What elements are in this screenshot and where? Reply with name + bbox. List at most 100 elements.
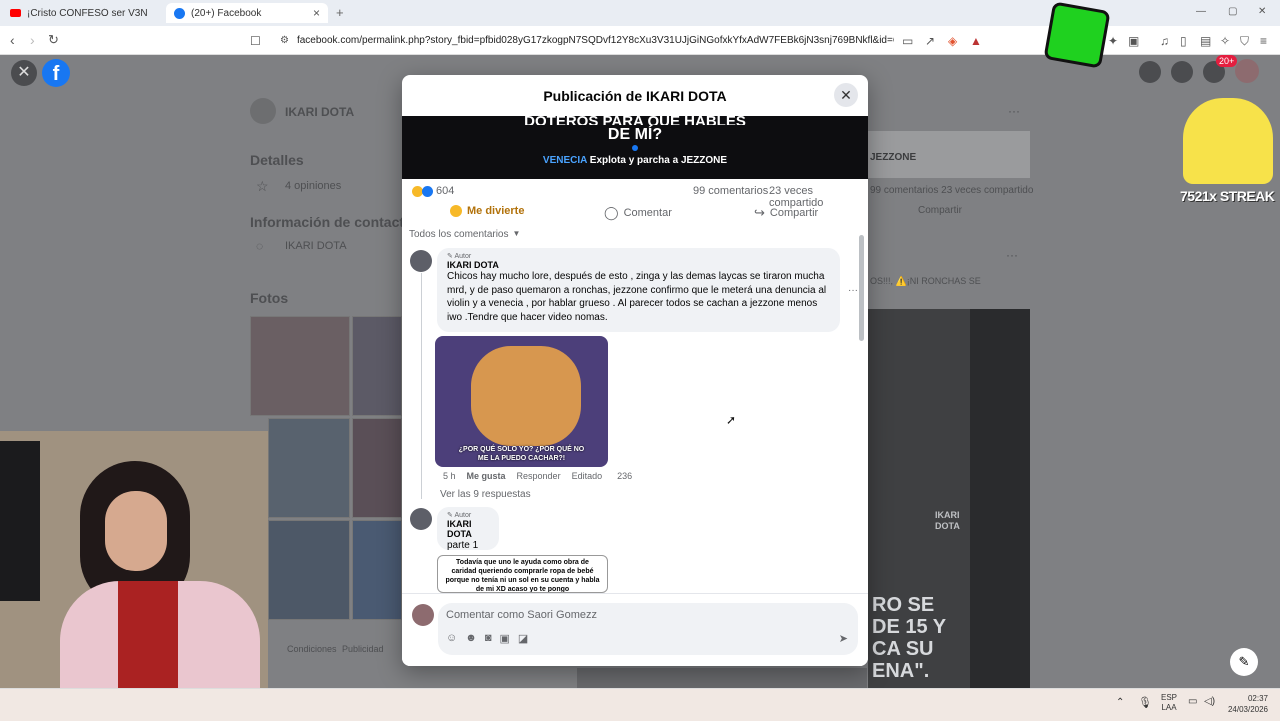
messenger-icon[interactable]: [1171, 61, 1193, 83]
more-options-icon[interactable]: ···: [1006, 248, 1018, 262]
forward-icon[interactable]: ›: [30, 32, 35, 48]
author-badge-label: Autor: [454, 253, 472, 260]
view-replies-link[interactable]: Ver las 9 respuestas: [440, 489, 531, 500]
camera-icon[interactable]: ◙: [485, 632, 492, 645]
tab-title: (20+) Facebook: [191, 7, 262, 19]
composer-avatar: [412, 604, 434, 626]
maximize-button[interactable]: ▢: [1228, 6, 1237, 17]
contact-heading: Información de contacto: [250, 214, 402, 230]
photo-thumb[interactable]: [352, 520, 402, 620]
new-tab-button[interactable]: +: [336, 5, 344, 20]
share-button[interactable]: ↪ Compartir: [754, 205, 818, 221]
share-arrow-icon: ↪: [754, 205, 765, 220]
like-link[interactable]: Me gusta: [467, 471, 506, 481]
reaction-summary[interactable]: 604: [412, 185, 454, 197]
language-indicator[interactable]: ESP LAA: [1161, 693, 1177, 713]
page-name[interactable]: IKARI DOTA: [285, 105, 354, 119]
video-caption: RO SE DE 15 Y CA SU ENA".: [872, 594, 947, 682]
right-share-button[interactable]: Compartir: [918, 205, 962, 216]
opinions-count[interactable]: 4 opiniones: [285, 180, 341, 192]
sidebar-icon[interactable]: ▯: [1180, 34, 1187, 48]
comment-text: Chicos hay mucho lore, después de esto ,…: [447, 271, 827, 323]
network-icon[interactable]: ▭: [1188, 696, 1197, 707]
tray-expand-icon[interactable]: ⌃: [1116, 697, 1124, 708]
comment-author[interactable]: IKARI DOTA: [447, 260, 830, 270]
close-window-button[interactable]: ✕: [1258, 6, 1266, 17]
compose-icon[interactable]: ✎: [1230, 648, 1258, 676]
comment-image-text[interactable]: Todavía que uno le ayuda como obra de ca…: [437, 555, 608, 593]
mic-tray-icon[interactable]: 🎙: [1138, 696, 1152, 709]
react-button[interactable]: Me divierte: [450, 205, 524, 217]
close-modal-button[interactable]: ✕: [834, 83, 858, 107]
tab-facebook[interactable]: (20+) Facebook ×: [166, 3, 328, 23]
reload-icon[interactable]: ↻: [48, 32, 59, 48]
comment-bubble: ✎ Autor IKARI DOTA parte 1: [437, 507, 499, 551]
extensions-icon[interactable]: ✦: [1108, 34, 1118, 48]
back-icon[interactable]: ‹: [10, 32, 15, 48]
banner-line1: DOTEROS PARA QUE HABLES: [524, 116, 746, 125]
streamer-face: [105, 491, 167, 571]
emoji-icon[interactable]: ☻: [465, 632, 477, 645]
wallet-icon[interactable]: ▤: [1200, 34, 1211, 48]
comment-button[interactable]: ◯ Comentar: [604, 205, 672, 221]
comment-author[interactable]: IKARI DOTA: [447, 519, 489, 539]
sticker-icon[interactable]: ◪: [518, 632, 528, 645]
right-stats: 99 comentarios 23 veces compartido: [870, 185, 1034, 196]
send-icon[interactable]: ➤: [839, 632, 848, 645]
author-badge-label: Autor: [454, 512, 472, 519]
bookmark-icon[interactable]: ☐: [250, 34, 261, 48]
contact-name[interactable]: IKARI DOTA: [285, 240, 347, 252]
site-info-icon[interactable]: ⚙: [280, 35, 289, 46]
photo-thumb[interactable]: [352, 418, 402, 518]
music-icon[interactable]: ♫: [1160, 34, 1169, 48]
comment-composer[interactable]: Comentar como Saori Gomezz ☺ ☻ ◙ ▣ ◪ ➤: [438, 603, 858, 655]
edited-label: Editado: [571, 471, 603, 481]
leo-icon[interactable]: ✧: [1220, 34, 1230, 48]
photo-thumb[interactable]: [250, 316, 350, 416]
photo-thumb[interactable]: [352, 316, 402, 416]
facebook-logo-icon[interactable]: f: [42, 59, 70, 87]
share-icon[interactable]: ↗: [925, 34, 935, 48]
comment-reaction-count[interactable]: 236: [617, 471, 632, 481]
address-bar[interactable]: ⚙ facebook.com/permalink.php?story_fbid=…: [272, 30, 894, 50]
clock[interactable]: 02:37 24/03/2026: [1226, 693, 1268, 715]
comment-time[interactable]: 5 h: [443, 471, 456, 481]
cast-icon[interactable]: ▭: [902, 34, 913, 48]
profile-avatar[interactable]: [1235, 59, 1259, 83]
comments-count[interactable]: 99 comentarios: [693, 185, 768, 197]
photo-thumb[interactable]: [268, 520, 350, 620]
post-image-banner[interactable]: DOTEROS PARA QUE HABLES DE MÍ? VENECIA E…: [402, 116, 868, 179]
tab-title: ¡Cristo CONFESÓ ser V3ND1D0! (: [27, 7, 147, 19]
rewards-icon[interactable]: ▲: [970, 34, 982, 48]
footer-link[interactable]: Publicidad: [342, 644, 384, 654]
reply-link[interactable]: Responder: [517, 471, 561, 481]
vpn-icon[interactable]: ⛉: [1240, 34, 1249, 49]
more-options-icon[interactable]: ···: [1008, 104, 1020, 118]
page-avatar[interactable]: [250, 98, 276, 124]
video-strip: [577, 668, 867, 688]
tab-youtube[interactable]: ¡Cristo CONFESÓ ser V3ND1D0! (: [2, 3, 162, 23]
comment-author-avatar[interactable]: [410, 508, 432, 530]
minimize-button[interactable]: —: [1196, 6, 1206, 17]
tab-search-icon[interactable]: ▣: [1128, 34, 1139, 48]
clock-date: 24/03/2026: [1227, 705, 1268, 714]
menu-icon[interactable]: ≡: [1260, 34, 1267, 48]
footer-link[interactable]: Condiciones: [287, 644, 337, 654]
menu-grid-icon[interactable]: [1139, 61, 1161, 83]
comment-bubble-icon: ◯: [604, 205, 619, 220]
comment-more-icon[interactable]: ···: [848, 285, 858, 296]
banner-line2: DE MÍ?: [607, 126, 663, 143]
modal-title: Publicación de IKARI DOTA: [543, 88, 727, 104]
avatar-sticker-icon[interactable]: ☺: [446, 632, 457, 645]
gif-icon[interactable]: ▣: [499, 632, 509, 645]
close-viewer-icon[interactable]: ✕: [11, 60, 37, 86]
brave-shield-icon[interactable]: ◈: [948, 34, 957, 48]
microphone-icon: [0, 441, 40, 601]
comment-author-avatar[interactable]: [410, 250, 432, 272]
comment-image[interactable]: ¿POR QUÉ SOLO YO? ¿POR QUÉ NO ME LA PUED…: [435, 336, 608, 467]
modal-scrollbar[interactable]: [859, 235, 864, 341]
close-tab-icon[interactable]: ×: [313, 6, 320, 20]
photo-thumb[interactable]: [268, 418, 350, 518]
comment-filter[interactable]: Todos los comentarios ▼: [409, 229, 520, 240]
volume-icon[interactable]: ◁): [1204, 696, 1215, 707]
